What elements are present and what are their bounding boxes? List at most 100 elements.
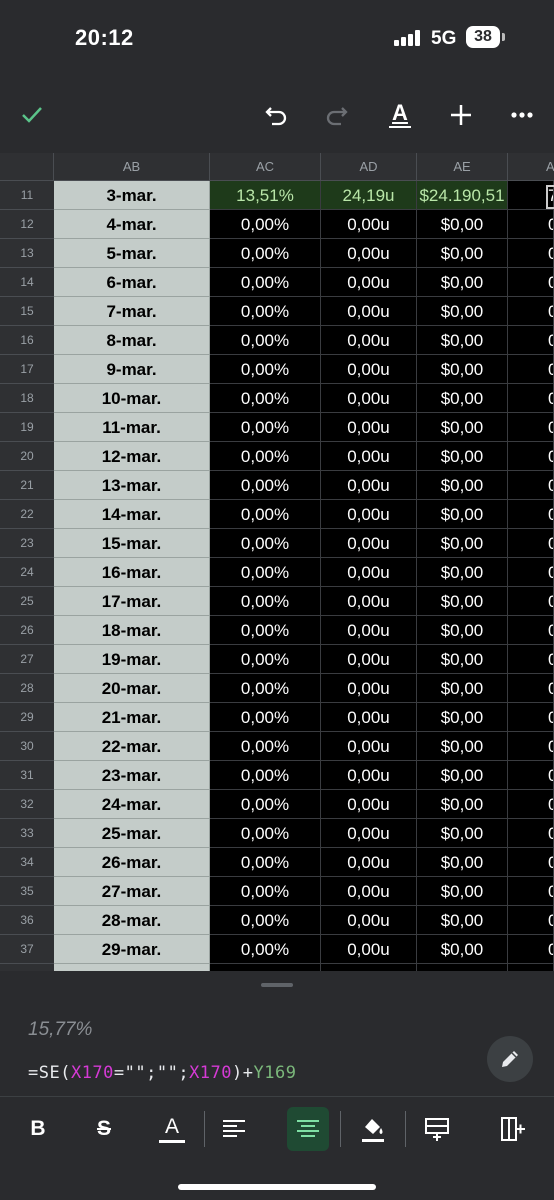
cell-ae[interactable]: $0,00: [417, 703, 508, 732]
cell-ae[interactable]: $0,00: [417, 616, 508, 645]
cell-ac[interactable]: 0,00%: [210, 558, 321, 587]
cell-ad[interactable]: 0,00u: [321, 790, 417, 819]
cell-ab[interactable]: 28-mar.: [54, 906, 210, 935]
cell-ab[interactable]: 24-mar.: [54, 790, 210, 819]
cell-af[interactable]: 0: [508, 500, 554, 529]
cell-ae[interactable]: $0,00: [417, 239, 508, 268]
cell-ad[interactable]: 0,00u: [321, 210, 417, 239]
cell-af[interactable]: 0: [508, 848, 554, 877]
cell-ac[interactable]: 0,00%: [210, 935, 321, 964]
check-icon[interactable]: [14, 90, 50, 140]
cell-ad[interactable]: 0,00u: [321, 732, 417, 761]
cell-ae[interactable]: $0,00: [417, 935, 508, 964]
cell-ad[interactable]: 0,00u: [321, 674, 417, 703]
text-color-icon[interactable]: A: [152, 1103, 192, 1155]
plus-icon[interactable]: [443, 90, 479, 140]
insert-column-icon[interactable]: [492, 1103, 534, 1155]
row-number[interactable]: 22: [0, 500, 54, 529]
cell-ae[interactable]: $0,00: [417, 529, 508, 558]
cell-ae[interactable]: $0,00: [417, 790, 508, 819]
row-number[interactable]: 17: [0, 355, 54, 384]
cell-ac[interactable]: 0,00%: [210, 268, 321, 297]
column-header-ab[interactable]: AB: [54, 153, 210, 181]
cell-ae[interactable]: $0,00: [417, 210, 508, 239]
cell-ac[interactable]: 0,00%: [210, 355, 321, 384]
cell-ae[interactable]: $0,00: [417, 964, 508, 971]
cell-af[interactable]: 0: [508, 210, 554, 239]
cell-ae[interactable]: $0,00: [417, 471, 508, 500]
drag-handle[interactable]: [261, 983, 293, 987]
cell-af[interactable]: 0: [508, 819, 554, 848]
row-number[interactable]: 15: [0, 297, 54, 326]
cell-ac[interactable]: 0,00%: [210, 674, 321, 703]
row-number[interactable]: 32: [0, 790, 54, 819]
row-number[interactable]: 37: [0, 935, 54, 964]
text-format-icon[interactable]: A: [382, 90, 418, 140]
cell-ad[interactable]: 0,00u: [321, 326, 417, 355]
cell-ad[interactable]: 0,00u: [321, 268, 417, 297]
cell-ae[interactable]: $0,00: [417, 877, 508, 906]
cell-af[interactable]: 0: [508, 935, 554, 964]
row-number[interactable]: 23: [0, 529, 54, 558]
cell-ac[interactable]: 13,51%: [210, 181, 321, 210]
row-number[interactable]: 11: [0, 181, 54, 210]
cell-af[interactable]: 0: [508, 877, 554, 906]
row-number[interactable]: 18: [0, 384, 54, 413]
cell-ac[interactable]: 0,00%: [210, 587, 321, 616]
cell-ac[interactable]: 0,00%: [210, 645, 321, 674]
cell-ac[interactable]: 0,00%: [210, 326, 321, 355]
row-number[interactable]: 13: [0, 239, 54, 268]
cell-af[interactable]: 0: [508, 326, 554, 355]
cell-ad[interactable]: 24,19u: [321, 181, 417, 210]
cell-af[interactable]: 0: [508, 964, 554, 971]
row-number[interactable]: 24: [0, 558, 54, 587]
cell-ab[interactable]: 3-mar.: [54, 181, 210, 210]
row-number[interactable]: 30: [0, 732, 54, 761]
cell-af[interactable]: 0: [508, 645, 554, 674]
row-number[interactable]: 27: [0, 645, 54, 674]
cell-ab[interactable]: 4-mar.: [54, 210, 210, 239]
row-number[interactable]: 31: [0, 761, 54, 790]
cell-af[interactable]: 0: [508, 616, 554, 645]
cell-ad[interactable]: 0,00u: [321, 877, 417, 906]
cell-ad[interactable]: 0,00u: [321, 616, 417, 645]
cell-af[interactable]: 0: [508, 558, 554, 587]
cell-ac[interactable]: 0,00%: [210, 297, 321, 326]
cell-ae[interactable]: $0,00: [417, 500, 508, 529]
formula-input[interactable]: =SE(X170="";"";X170)+Y169: [28, 1063, 296, 1083]
cell-af[interactable]: 0: [508, 442, 554, 471]
cell-ac[interactable]: 0,00%: [210, 877, 321, 906]
pencil-icon[interactable]: [487, 1036, 533, 1082]
cell-ad[interactable]: 0,00u: [321, 848, 417, 877]
cell-ad[interactable]: 0,00u: [321, 529, 417, 558]
cell-ad[interactable]: 0,00u: [321, 935, 417, 964]
cell-ae[interactable]: $0,00: [417, 848, 508, 877]
cell-ab[interactable]: 19-mar.: [54, 645, 210, 674]
cell-ad[interactable]: 0,00u: [321, 819, 417, 848]
cell-ad[interactable]: 0,00u: [321, 442, 417, 471]
redo-icon[interactable]: [319, 90, 355, 140]
cell-ac[interactable]: 0,00%: [210, 964, 321, 971]
align-left-icon[interactable]: [214, 1103, 254, 1155]
cell-ad[interactable]: 0,00u: [321, 500, 417, 529]
cell-ab[interactable]: 20-mar.: [54, 674, 210, 703]
cell-ab[interactable]: 29-mar.: [54, 935, 210, 964]
cell-ab[interactable]: 8-mar.: [54, 326, 210, 355]
cell-ac[interactable]: 0,00%: [210, 529, 321, 558]
cell-ad[interactable]: 0,00u: [321, 384, 417, 413]
cell-af[interactable]: 0: [508, 355, 554, 384]
cell-ac[interactable]: 0,00%: [210, 442, 321, 471]
insert-row-icon[interactable]: [416, 1103, 458, 1155]
cell-ac[interactable]: 0,00%: [210, 384, 321, 413]
row-number[interactable]: 19: [0, 413, 54, 442]
row-number[interactable]: 14: [0, 268, 54, 297]
column-header-af[interactable]: A: [508, 153, 554, 181]
cell-ac[interactable]: 0,00%: [210, 413, 321, 442]
cell-ab[interactable]: 23-mar.: [54, 761, 210, 790]
cell-af[interactable]: 0: [508, 268, 554, 297]
cell-ae[interactable]: $0,00: [417, 587, 508, 616]
cell-ab[interactable]: 25-mar.: [54, 819, 210, 848]
cell-af[interactable]: 0: [508, 587, 554, 616]
cell-ae[interactable]: $24.190,51: [417, 181, 508, 210]
home-indicator[interactable]: [178, 1184, 376, 1190]
